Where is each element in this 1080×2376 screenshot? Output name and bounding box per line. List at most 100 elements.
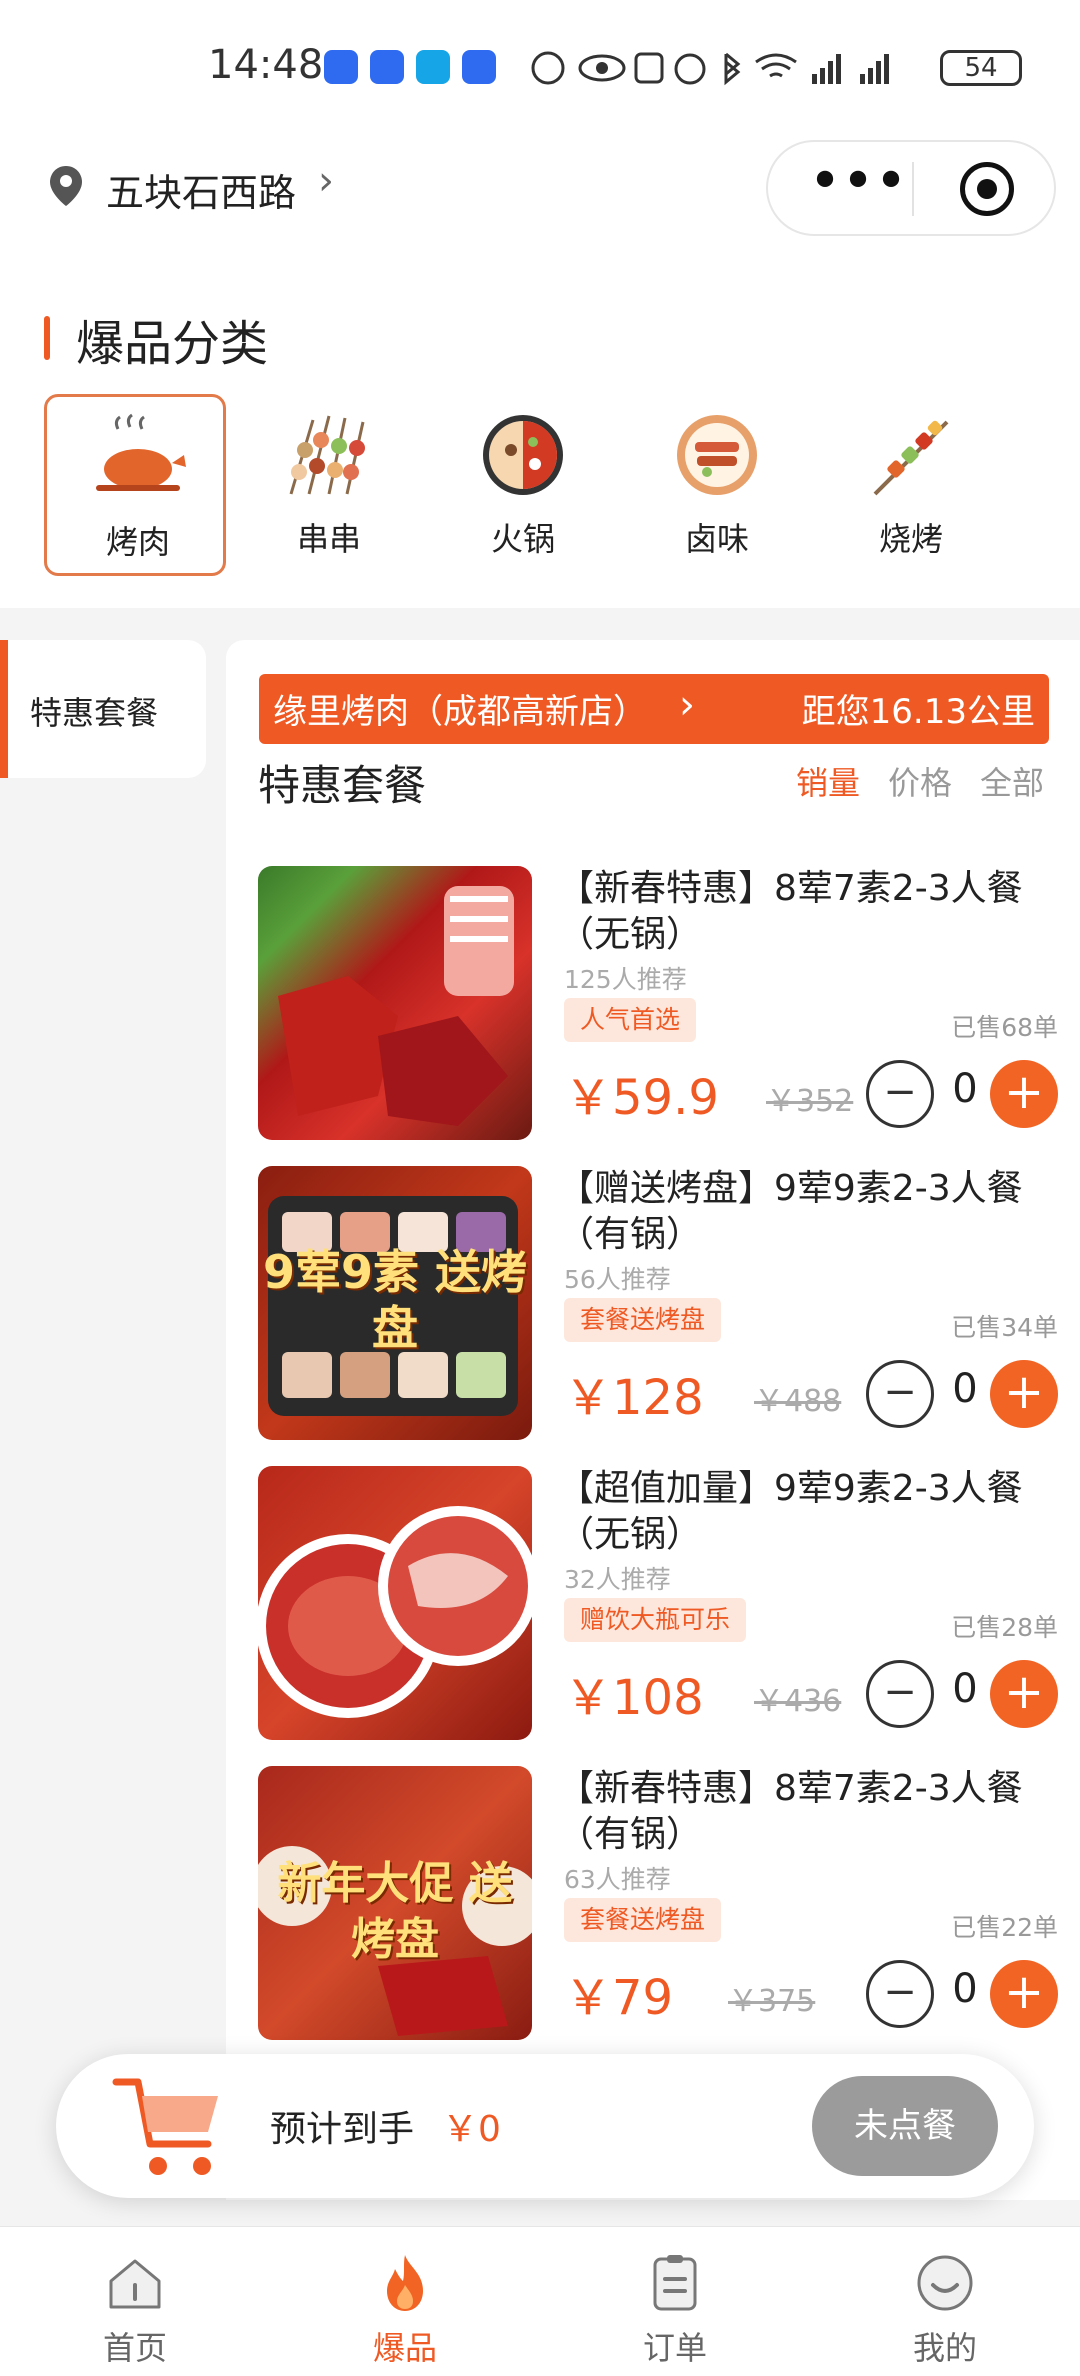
braised-icon: [677, 415, 757, 495]
tab-label: 爆品: [372, 2329, 437, 2367]
product-image: 新年大促 送烤盘: [258, 1766, 532, 2040]
tab-home[interactable]: 首页: [0, 2227, 270, 2376]
product-original-price: ￥488: [754, 1384, 842, 1419]
product-original-price: ￥375: [728, 1984, 816, 2019]
product-image-caption: 9荤9素 送烤盘: [262, 1245, 528, 1355]
5g-signal-icon: [812, 54, 841, 84]
category-item-braised[interactable]: 卤味: [626, 394, 808, 576]
order-icon: [653, 2255, 697, 2311]
decrease-quantity-button[interactable]: −: [866, 1360, 934, 1428]
increase-quantity-button[interactable]: +: [990, 1060, 1058, 1128]
product-quantity: 0: [952, 1666, 978, 1712]
decrease-quantity-button[interactable]: −: [866, 1060, 934, 1128]
miniprogram-capsule: •••: [766, 140, 1056, 236]
product-tag: 赠饮大瓶可乐: [564, 1598, 747, 1642]
product-card[interactable]: 新年大促 送烤盘 【新春特惠】8荤7素2-3人餐（有锅） 63人推荐 套餐送烤盘…: [258, 1766, 1058, 2046]
product-image-caption: 新年大促 送烤盘: [277, 1858, 513, 1965]
category-section: 爆品分类 烤肉 串串 火锅 卤味 烧烤: [0, 270, 1080, 608]
category-label: 卤味: [684, 520, 749, 558]
nfc-icon: [531, 51, 565, 85]
meat-image-art: [278, 886, 514, 1126]
product-quantity: 0: [952, 1066, 978, 1112]
product-tag: 套餐送烤盘: [564, 1898, 722, 1942]
checkout-button[interactable]: 未点餐: [812, 2076, 998, 2176]
tab-hot-products[interactable]: 爆品: [270, 2227, 540, 2376]
cart-total: ￥0: [442, 2109, 501, 2150]
product-card[interactable]: 【超值加量】9荤9素2-3人餐（无锅） 32人推荐 赠饮大瓶可乐 已售28单 ￥…: [258, 1466, 1058, 1746]
sort-all[interactable]: 全部: [980, 758, 1044, 804]
product-sold-count: 已售68单: [951, 1013, 1058, 1042]
header: 五块石西路 › •••: [0, 140, 1080, 270]
store-distance: 距您16.13公里: [801, 692, 1035, 732]
n-icon: [634, 52, 664, 84]
category-label: 火锅: [490, 520, 555, 558]
increase-quantity-button[interactable]: +: [990, 1660, 1058, 1728]
skewers-icon: [289, 415, 365, 495]
product-price: ￥128: [564, 1370, 704, 1426]
product-name: 【赠送烤盘】9荤9素2-3人餐（有锅）: [558, 1168, 1023, 1255]
decrease-quantity-button[interactable]: −: [866, 1960, 934, 2028]
status-bar: 14:48 54: [0, 0, 1080, 140]
flame-icon: [387, 2255, 423, 2311]
store-name: 缘里烤肉（成都高新店）: [273, 692, 647, 732]
product-name: 【超值加量】9荤9素2-3人餐（无锅）: [558, 1468, 1023, 1555]
decrease-quantity-button[interactable]: −: [866, 1660, 934, 1728]
category-item-skewers[interactable]: 串串: [238, 394, 420, 576]
product-tag: 套餐送烤盘: [564, 1298, 722, 1342]
category-item-roast[interactable]: 烤肉: [44, 394, 226, 576]
tab-profile[interactable]: 我的: [810, 2227, 1080, 2376]
increase-quantity-button[interactable]: +: [990, 1960, 1058, 2028]
battery-indicator: 54: [940, 50, 1022, 86]
tab-orders[interactable]: 订单: [540, 2227, 810, 2376]
bottom-tab-bar: 首页 爆品 订单 我的: [0, 2226, 1080, 2376]
category-item-hotpot[interactable]: 火锅: [432, 394, 614, 576]
more-icon[interactable]: •••: [808, 142, 908, 234]
category-label: 串串: [296, 520, 361, 558]
wifi-icon: [755, 53, 797, 78]
cart-bar: 预计到手 ￥0 未点餐: [56, 2054, 1034, 2198]
product-name: 【新春特惠】8荤7素2-3人餐（有锅）: [558, 1768, 1023, 1855]
sort-by-sales[interactable]: 销量: [796, 758, 860, 804]
profile-icon: [917, 2255, 973, 2311]
section-title: 爆品分类: [76, 316, 269, 372]
product-price: ￥59.9: [564, 1070, 719, 1126]
cart-estimate-label: 预计到手: [270, 2109, 415, 2150]
product-recommend-count: 56人推荐: [564, 1265, 671, 1294]
sort-by-price[interactable]: 价格: [888, 758, 952, 804]
product-price: ￥79: [564, 1970, 674, 2026]
bluetooth-icon: [724, 52, 741, 86]
product-card[interactable]: 【新春特惠】8荤7素2-3人餐（无锅） 125人推荐 人气首选 已售68单 ￥5…: [258, 866, 1058, 1146]
product-recommend-count: 32人推荐: [564, 1565, 671, 1594]
app-notification-icon: [324, 50, 358, 84]
product-image: [258, 1466, 532, 1740]
status-time: 14:48: [208, 42, 324, 88]
location-text: 五块石西路: [106, 171, 297, 215]
product-card[interactable]: 9荤9素 送烤盘 【赠送烤盘】9荤9素2-3人餐（有锅） 56人推荐 套餐送烤盘…: [258, 1166, 1058, 1446]
category-item-bbq[interactable]: 烧烤: [820, 394, 1002, 576]
roast-chicken-icon: [96, 413, 186, 491]
tab-label: 订单: [642, 2329, 707, 2367]
product-image: 9荤9素 送烤盘: [258, 1166, 532, 1440]
sidebar-item-label: 特惠套餐: [30, 694, 159, 732]
product-sold-count: 已售22单: [951, 1913, 1058, 1942]
chevron-right-icon: ›: [318, 158, 334, 204]
home-icon: [109, 2259, 161, 2309]
app-notification-icon: [370, 50, 404, 84]
4g-signal-icon: [860, 54, 889, 84]
product-price: ￥108: [564, 1670, 704, 1726]
sidebar-item-special-offers[interactable]: 特惠套餐: [0, 640, 206, 778]
category-label: 烧烤: [878, 520, 943, 558]
shopping-cart-icon[interactable]: [108, 2066, 228, 2186]
increase-quantity-button[interactable]: +: [990, 1360, 1058, 1428]
target-icon[interactable]: [960, 162, 1014, 216]
beef-slices-image-art: [258, 1506, 532, 1718]
status-indicators: [531, 51, 889, 86]
product-panel: 缘里烤肉（成都高新店） › 距您16.13公里 特惠套餐 销量 价格 全部 【新…: [226, 640, 1080, 2200]
capsule-divider: [912, 162, 914, 216]
location-pin-icon: [50, 166, 82, 206]
store-banner[interactable]: 缘里烤肉（成都高新店） › 距您16.13公里: [259, 674, 1049, 744]
location-selector[interactable]: 五块石西路 ›: [30, 158, 360, 222]
category-label: 烤肉: [105, 523, 170, 561]
product-tag: 人气首选: [564, 998, 697, 1042]
product-original-price: ￥436: [754, 1684, 842, 1719]
